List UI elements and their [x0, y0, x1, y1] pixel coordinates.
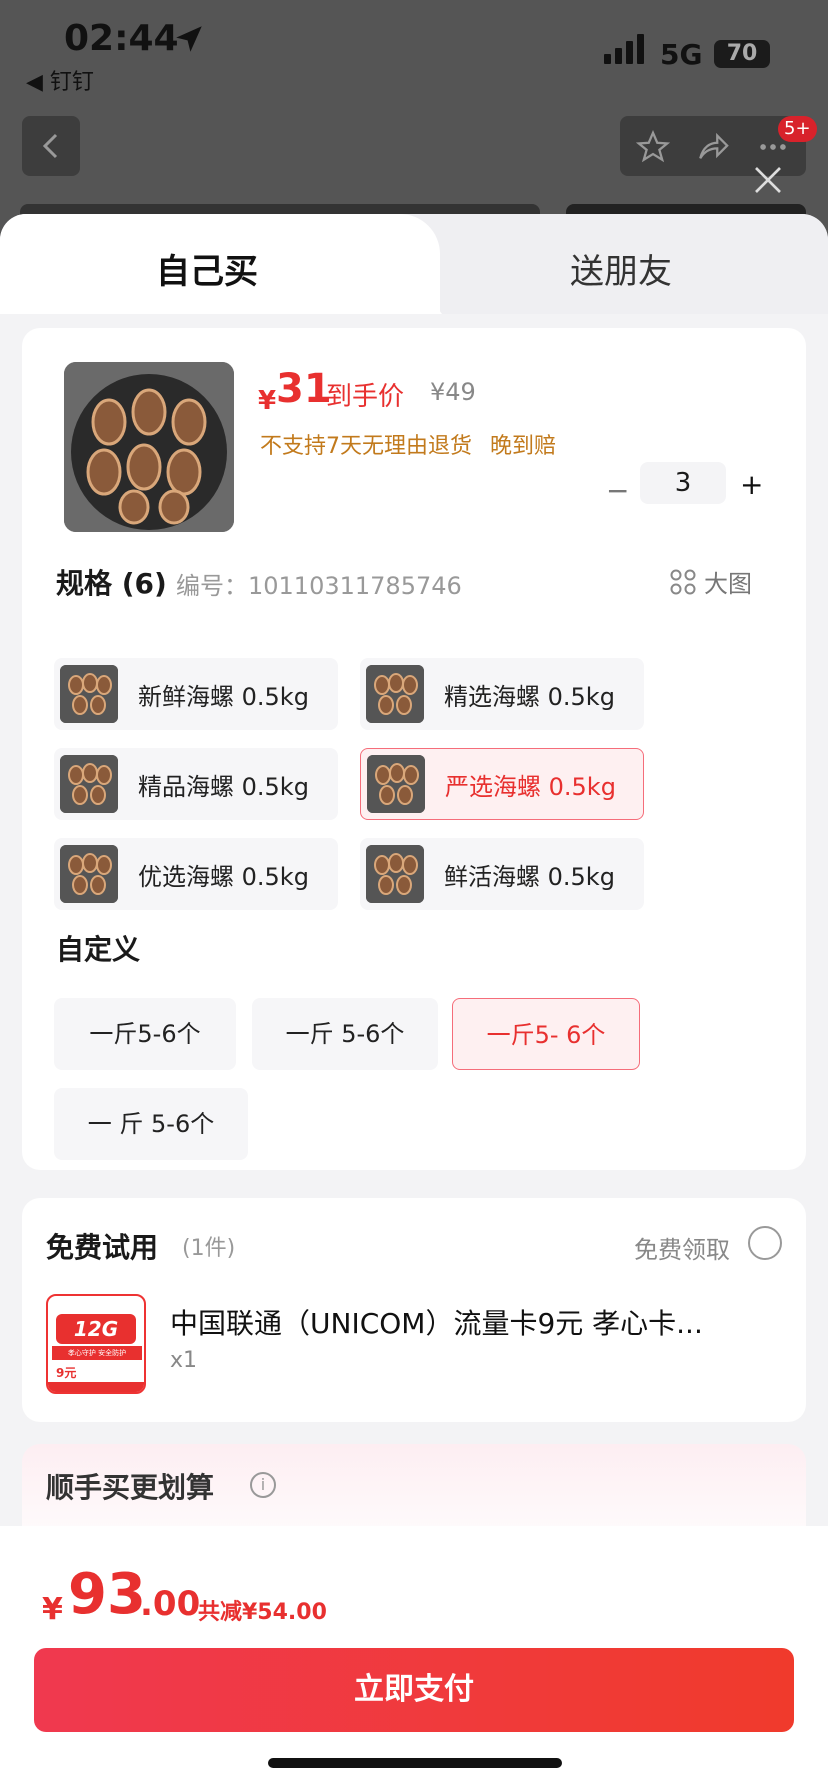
- final-price: 31: [276, 366, 332, 412]
- spec-option[interactable]: 优选海螺 0.5kg: [54, 838, 338, 910]
- spec-option-label: 优选海螺 0.5kg: [138, 862, 309, 891]
- spec-option[interactable]: 新鲜海螺 0.5kg: [54, 658, 338, 730]
- close-icon[interactable]: [752, 164, 784, 196]
- custom-title: 自定义: [56, 933, 141, 966]
- checkout-bar: ¥ 93 .00 共减¥54.00 立即支付: [0, 1526, 828, 1792]
- sim-card-image[interactable]: 12G 孝心守护 安全防护 9元: [46, 1294, 146, 1394]
- star-icon[interactable]: [636, 130, 670, 164]
- spec-thumbnail: [367, 755, 425, 813]
- spec-option-label: 新鲜海螺 0.5kg: [138, 682, 309, 711]
- battery-indicator: 70: [714, 40, 770, 68]
- trial-count: (1件): [182, 1236, 236, 1261]
- tab-buy-for-self[interactable]: 自己买: [156, 244, 258, 293]
- spec-option[interactable]: 精选海螺 0.5kg: [360, 658, 644, 730]
- spec-thumbnail: [366, 665, 424, 723]
- trial-claim-radio[interactable]: [748, 1226, 782, 1260]
- spec-thumbnail: [60, 665, 118, 723]
- free-trial-card: 免费试用 (1件) 免费领取 12G 孝心守护 安全防护 9元 中国联通（UNI…: [22, 1198, 806, 1422]
- sim-card-data-label: 12G: [56, 1314, 136, 1344]
- sim-card-slogan: 孝心守护 安全防护: [52, 1346, 142, 1360]
- notification-badge: 5+: [778, 116, 817, 142]
- pay-now-button[interactable]: 立即支付: [34, 1648, 794, 1732]
- spec-option[interactable]: 精品海螺 0.5kg: [54, 748, 338, 820]
- price-currency: ¥: [258, 386, 277, 416]
- conch-image: [64, 362, 234, 532]
- trial-quantity: x1: [170, 1348, 198, 1373]
- spec-title: 规格 (6): [56, 567, 167, 600]
- original-price: ¥49: [430, 378, 476, 406]
- service-notes: 不支持7天无理由退货 晚到赔: [260, 428, 556, 460]
- network-type: 5G: [660, 38, 703, 71]
- spec-option-label: 精品海螺 0.5kg: [138, 772, 309, 801]
- spec-option-selected[interactable]: 严选海螺 0.5kg: [360, 748, 644, 820]
- home-indicator: [268, 1758, 562, 1768]
- total-discount: 共减¥54.00: [198, 1600, 327, 1625]
- back-to-app-link[interactable]: ◀ 钉钉: [26, 64, 94, 96]
- grid-icon: [670, 569, 696, 594]
- share-icon[interactable]: [696, 130, 730, 164]
- quantity-increase-button[interactable]: +: [740, 468, 763, 501]
- final-price-label: 到手价: [326, 382, 405, 412]
- big-view-label: 大图: [704, 570, 752, 598]
- tab-send-to-friend[interactable]: 送朋友: [570, 244, 672, 293]
- custom-chip[interactable]: 一斤 5-6个: [252, 998, 438, 1070]
- chevron-left-icon: [42, 133, 58, 159]
- product-image[interactable]: [64, 362, 234, 532]
- no-return-note: 不支持7天无理由退货: [260, 434, 472, 459]
- custom-chip[interactable]: 一 斤 5-6个: [54, 1088, 248, 1160]
- sim-card-price: 9元: [56, 1366, 77, 1380]
- quantity-input[interactable]: 3: [640, 462, 726, 504]
- custom-chip-selected[interactable]: 一斤5- 6个: [452, 998, 640, 1070]
- total-price-decimal: .00: [140, 1584, 201, 1624]
- custom-chip[interactable]: 一斤5-6个: [54, 998, 236, 1070]
- trial-title: 免费试用: [46, 1231, 159, 1264]
- product-card: ¥ 31 到手价 ¥49 不支持7天无理由退货 晚到赔 − 3 + 规格 (6) …: [22, 328, 806, 1170]
- spec-thumbnail: [366, 845, 424, 903]
- quantity-decrease-button[interactable]: −: [606, 474, 629, 507]
- trial-claim-label[interactable]: 免费领取: [634, 1230, 730, 1265]
- watermark-text: 爆单光: [370, 970, 437, 995]
- big-view-button[interactable]: 大图: [670, 564, 752, 599]
- back-button[interactable]: [22, 116, 80, 176]
- spec-option-label: 精选海螺 0.5kg: [444, 682, 615, 711]
- clock: 02:44: [64, 18, 179, 59]
- spec-option[interactable]: 鲜活海螺 0.5kg: [360, 838, 644, 910]
- location-arrow-icon: [176, 26, 202, 52]
- info-icon[interactable]: i: [250, 1472, 276, 1498]
- bundle-title: 顺手买更划算: [46, 1471, 215, 1504]
- status-bar: 02:44 ◀ 钉钉 5G 70: [0, 0, 828, 100]
- signal-icon: [604, 34, 644, 64]
- trial-product-name[interactable]: 中国联通（UNICOM）流量卡9元 孝心卡...: [170, 1302, 730, 1342]
- spec-thumbnail: [60, 755, 118, 813]
- spec-option-label: 鲜活海螺 0.5kg: [444, 862, 615, 891]
- late-compensation-note: 晚到赔: [490, 434, 557, 459]
- sim-card-footer: [48, 1382, 144, 1392]
- spec-option-label: 严选海螺 0.5kg: [445, 772, 616, 801]
- spec-code: 编号：10110311785746: [176, 572, 462, 600]
- purchase-sheet: 自己买 送朋友 ¥ 31 到手价 ¥49 不支持7天无理由退货 晚到赔 − 3 +…: [0, 214, 828, 1792]
- spec-thumbnail: [60, 845, 118, 903]
- total-currency: ¥: [42, 1592, 63, 1627]
- total-price-integer: 93: [68, 1562, 146, 1627]
